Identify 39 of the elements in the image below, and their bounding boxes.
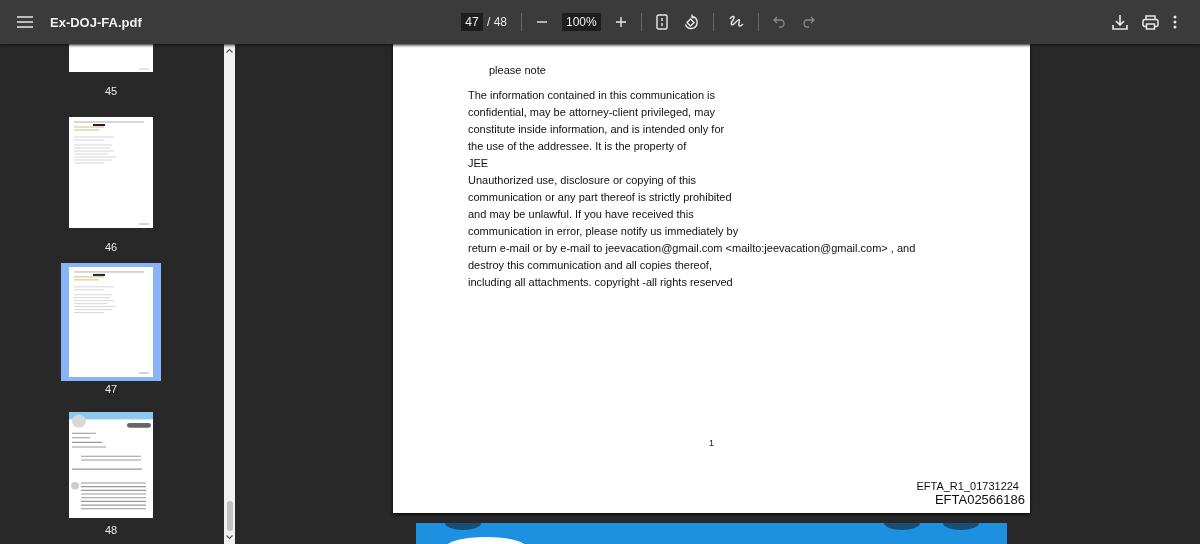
page-number-field[interactable]: 47: [461, 13, 483, 31]
page-footer-number: 1: [709, 438, 714, 448]
page-text: please note: [489, 63, 547, 78]
scrollbar[interactable]: [224, 44, 235, 544]
page-text: JEE: [468, 156, 490, 171]
document-title: Ex-DOJ-FA.pdf: [50, 14, 142, 30]
scroll-up-icon[interactable]: [226, 48, 233, 53]
page-text: confidential, may be attorney-client privileged, may: [468, 105, 716, 120]
download-icon[interactable]: [1112, 14, 1128, 30]
page-count: / 48: [487, 15, 507, 29]
scroll-down-icon[interactable]: [226, 535, 233, 540]
fit-page-icon[interactable]: [655, 14, 668, 30]
page-text: including all attachments. copyright -all rights reserved: [468, 275, 734, 290]
more-icon[interactable]: [1173, 15, 1177, 29]
page-number-label: 47: [104, 382, 118, 396]
page-text: and may be unlawful. If you have received this: [468, 207, 695, 222]
page-thumbnail[interactable]: [69, 267, 153, 377]
print-icon[interactable]: [1142, 14, 1159, 30]
page-thumbnail[interactable]: [69, 412, 153, 518]
page-number-label: 45: [104, 84, 118, 98]
page-text: constitute inside information, and is intended only for: [468, 122, 726, 137]
page-number-label: 46: [104, 240, 118, 254]
page-number-label: 48: [104, 523, 118, 537]
page-text: return e-mail or by e-mail to jeevacation@gmail.com <mailto:jeevacation@gmail.com> , and: [468, 241, 917, 256]
bates-number-text: EFTA_R1_01731224: [916, 480, 1019, 492]
page-text: The information contained in this communication is: [468, 88, 716, 103]
zoom-in-icon[interactable]: [614, 16, 627, 28]
zoom-field[interactable]: 100%: [562, 13, 601, 31]
page-text: Unauthorized use, disclosure or copying of this: [468, 173, 698, 188]
page-thumbnail[interactable]: [69, 117, 153, 228]
scrollbar-thumb[interactable]: [226, 501, 233, 531]
page-text: communication in error, please notify us immediately by: [468, 224, 740, 239]
bates-number-text: EFTA02566186: [934, 492, 1025, 507]
draw-icon[interactable]: [727, 14, 744, 30]
page-text: destroy this communication and all copies thereof,: [468, 258, 713, 273]
page-thumbnail[interactable]: [69, 44, 153, 72]
menu-icon[interactable]: [17, 16, 33, 28]
page-text: the use of the addressee. It is the property of: [468, 139, 688, 154]
page-text: communication or any part thereof is strictly prohibited: [468, 190, 733, 205]
